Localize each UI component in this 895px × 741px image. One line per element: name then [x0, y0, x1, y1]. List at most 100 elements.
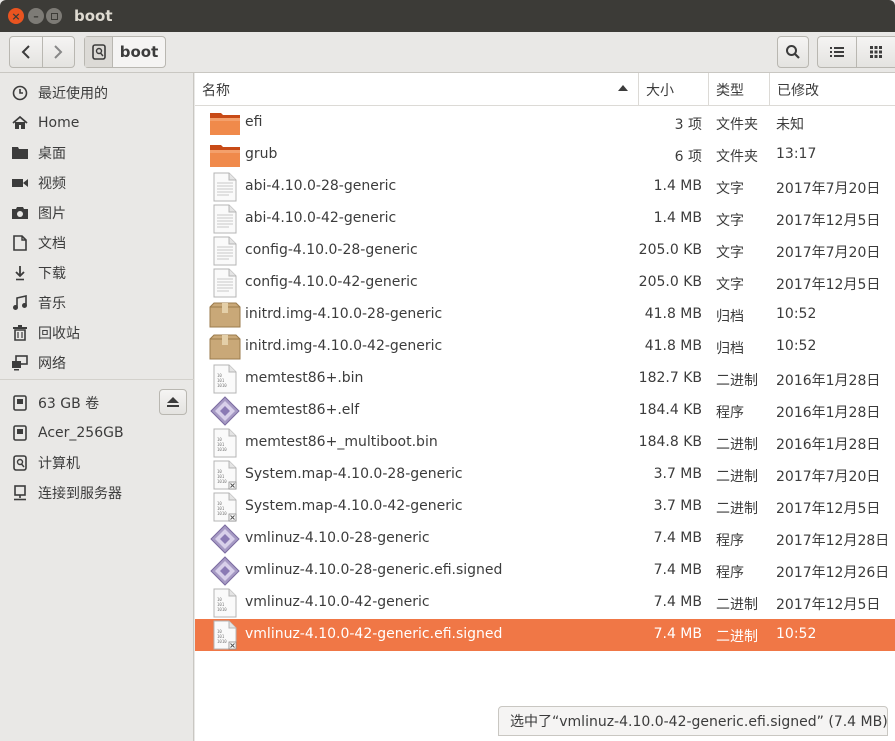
file-size: 3.7 MB [653, 466, 702, 482]
column-header-name[interactable]: 名称 [195, 73, 638, 106]
sidebar-item-network[interactable]: 网络 [0, 348, 194, 378]
sidebar-item-desktop[interactable]: 桌面 [0, 138, 194, 168]
sidebar-item-acer-256gb[interactable]: Acer_256GB [0, 418, 194, 448]
file-row[interactable]: initrd.img-4.10.0-28-generic 41.8 MB 归档 10:… [195, 299, 895, 331]
path-bar: boot [84, 36, 166, 68]
svg-text:1010: 1010 [217, 447, 227, 452]
file-row[interactable]: efi 3 项文件夹 未知 [195, 107, 895, 139]
sidebar-item-videos[interactable]: 视频 [0, 168, 194, 198]
file-name: vmlinuz-4.10.0-42-generic [245, 594, 430, 610]
file-modified: 10:52 [776, 306, 817, 322]
file-row[interactable]: 10 101 1010 vmlinuz-4.10.0-42-generic.efi.s… [195, 619, 895, 651]
file-row[interactable]: memtest86+.elf 184.4 KB 程序 2016年1月28日 [195, 395, 895, 427]
file-modified: 2017年7月20日 [776, 181, 881, 197]
file-row[interactable]: vmlinuz-4.10.0-28-generic.efi.signed 7.4 … [195, 555, 895, 587]
file-modified: 2016年1月28日 [776, 437, 881, 453]
minimize-window-button[interactable]: – [28, 8, 44, 24]
file-type: 文字 [716, 277, 744, 293]
file-row[interactable]: vmlinuz-4.10.0-28-generic 7.4 MB 程序 2017年12… [195, 523, 895, 555]
file-size: 41.8 MB [644, 338, 702, 354]
sidebar-item-downloads[interactable]: 下载 [0, 258, 194, 288]
file-row[interactable]: config-4.10.0-28-generic 205.0 KB 文字 2017年7… [195, 235, 895, 267]
file-size: 1.4 MB [653, 178, 702, 194]
chevron-right-icon [54, 45, 63, 59]
sidebar-item-label: 连接到服务器 [38, 486, 122, 502]
file-type: 文字 [716, 213, 744, 229]
sidebar-item-documents[interactable]: 文档 [0, 228, 194, 258]
sidebar-item-connect-server[interactable]: 连接到服务器 [0, 478, 194, 508]
file-row[interactable]: abi-4.10.0-28-generic 1.4 MB 文字 2017年7月20日 [195, 171, 895, 203]
sidebar-item-computer[interactable]: 计算机 [0, 448, 194, 478]
sidebar-item-label: 图片 [38, 206, 66, 222]
column-header-label: 类型 [716, 82, 744, 99]
sidebar: 最近使用的 Home 桌面 视频 图片 文档 下载 音乐 回收站 网络 63 G… [0, 73, 194, 741]
sidebar-item-trash[interactable]: 回收站 [0, 318, 194, 348]
list-view-button[interactable] [818, 37, 856, 67]
file-type: 二进制 [716, 373, 758, 389]
file-row[interactable]: 10 101 1010 System.map-4.10.0-42-generic 3.7… [195, 491, 895, 523]
search-button[interactable] [777, 36, 809, 68]
file-size: 3 项 [674, 117, 702, 133]
file-modified: 10:52 [776, 626, 817, 642]
file-size: 7.4 MB [653, 594, 702, 610]
file-modified: 2017年7月20日 [776, 469, 881, 485]
file-row[interactable]: abi-4.10.0-42-generic 1.4 MB 文字 2017年12月5日 [195, 203, 895, 235]
maximize-window-button[interactable] [46, 8, 62, 24]
view-switcher [817, 36, 895, 68]
file-type: 二进制 [716, 437, 758, 453]
server-icon [14, 485, 26, 501]
drive-icon [13, 425, 27, 441]
column-header-label: 名称 [202, 82, 230, 99]
file-name: vmlinuz-4.10.0-28-generic [245, 530, 430, 546]
sidebar-item-home[interactable]: Home [0, 108, 194, 138]
path-segment-boot[interactable]: boot [113, 37, 165, 67]
file-row[interactable]: 10 101 1010 memtest86+.bin 182.7 KB 二进制 2016年1… [195, 363, 895, 395]
file-modified: 2017年12月5日 [776, 277, 881, 293]
file-type: 二进制 [716, 469, 758, 485]
path-root-button[interactable] [85, 37, 113, 67]
column-header-type[interactable]: 类型 [708, 73, 769, 106]
sidebar-item-music[interactable]: 音乐 [0, 288, 194, 318]
text-file-icon [209, 172, 241, 202]
sidebar-item-pictures[interactable]: 图片 [0, 198, 194, 228]
sidebar-item-label: 最近使用的 [38, 86, 108, 102]
navigation-buttons [9, 36, 75, 68]
list-view-icon [830, 47, 844, 57]
folder-icon [12, 147, 28, 159]
sidebar-item-recent[interactable]: 最近使用的 [0, 78, 194, 108]
close-window-button[interactable]: × [8, 8, 24, 24]
file-modified: 13:17 [776, 146, 817, 162]
column-header-modified[interactable]: 已修改 [769, 73, 895, 106]
list-header: 名称 大小 类型 已修改 [195, 73, 895, 106]
file-modified: 2016年1月28日 [776, 405, 881, 421]
file-name: abi-4.10.0-42-generic [245, 210, 397, 226]
binary-file-icon: 10 101 1010 [209, 588, 241, 618]
grid-view-button[interactable] [856, 37, 895, 67]
column-header-size[interactable]: 大小 [638, 73, 708, 106]
text-file-icon [209, 268, 241, 298]
home-icon [12, 115, 28, 129]
file-size: 205.0 KB [638, 242, 702, 258]
binary-file-icon: 10 101 1010 [209, 492, 241, 522]
file-row[interactable]: grub 6 项文件夹 13:17 [195, 139, 895, 171]
back-button[interactable] [10, 37, 42, 67]
file-type: 归档 [716, 341, 744, 357]
file-row[interactable]: 10 101 1010 vmlinuz-4.10.0-42-generic 7.4 MB… [195, 587, 895, 619]
text-file-icon [209, 204, 241, 234]
file-name: abi-4.10.0-28-generic [245, 178, 397, 194]
file-row[interactable]: 10 101 1010 System.map-4.10.0-28-generic 3.7… [195, 459, 895, 491]
forward-button[interactable] [41, 37, 75, 67]
file-modified: 2017年12月5日 [776, 597, 881, 613]
status-bar: 选中了“vmlinuz-4.10.0-42-generic.efi.signed… [498, 706, 888, 736]
svg-text:1010: 1010 [217, 479, 227, 484]
file-row[interactable]: 10 101 1010 memtest86+_multiboot.bin 184.8 K… [195, 427, 895, 459]
file-row[interactable]: config-4.10.0-42-generic 205.0 KB 文字 2017年1… [195, 267, 895, 299]
chevron-left-icon [21, 45, 30, 59]
file-row[interactable]: initrd.img-4.10.0-42-generic 41.8 MB 归档 10:… [195, 331, 895, 363]
file-type: 归档 [716, 309, 744, 325]
column-header-label: 已修改 [777, 82, 819, 99]
window-title: boot [74, 7, 113, 25]
sidebar-item-label: Acer_256GB [38, 425, 124, 441]
eject-button[interactable] [159, 389, 187, 415]
file-modified: 10:52 [776, 338, 817, 354]
